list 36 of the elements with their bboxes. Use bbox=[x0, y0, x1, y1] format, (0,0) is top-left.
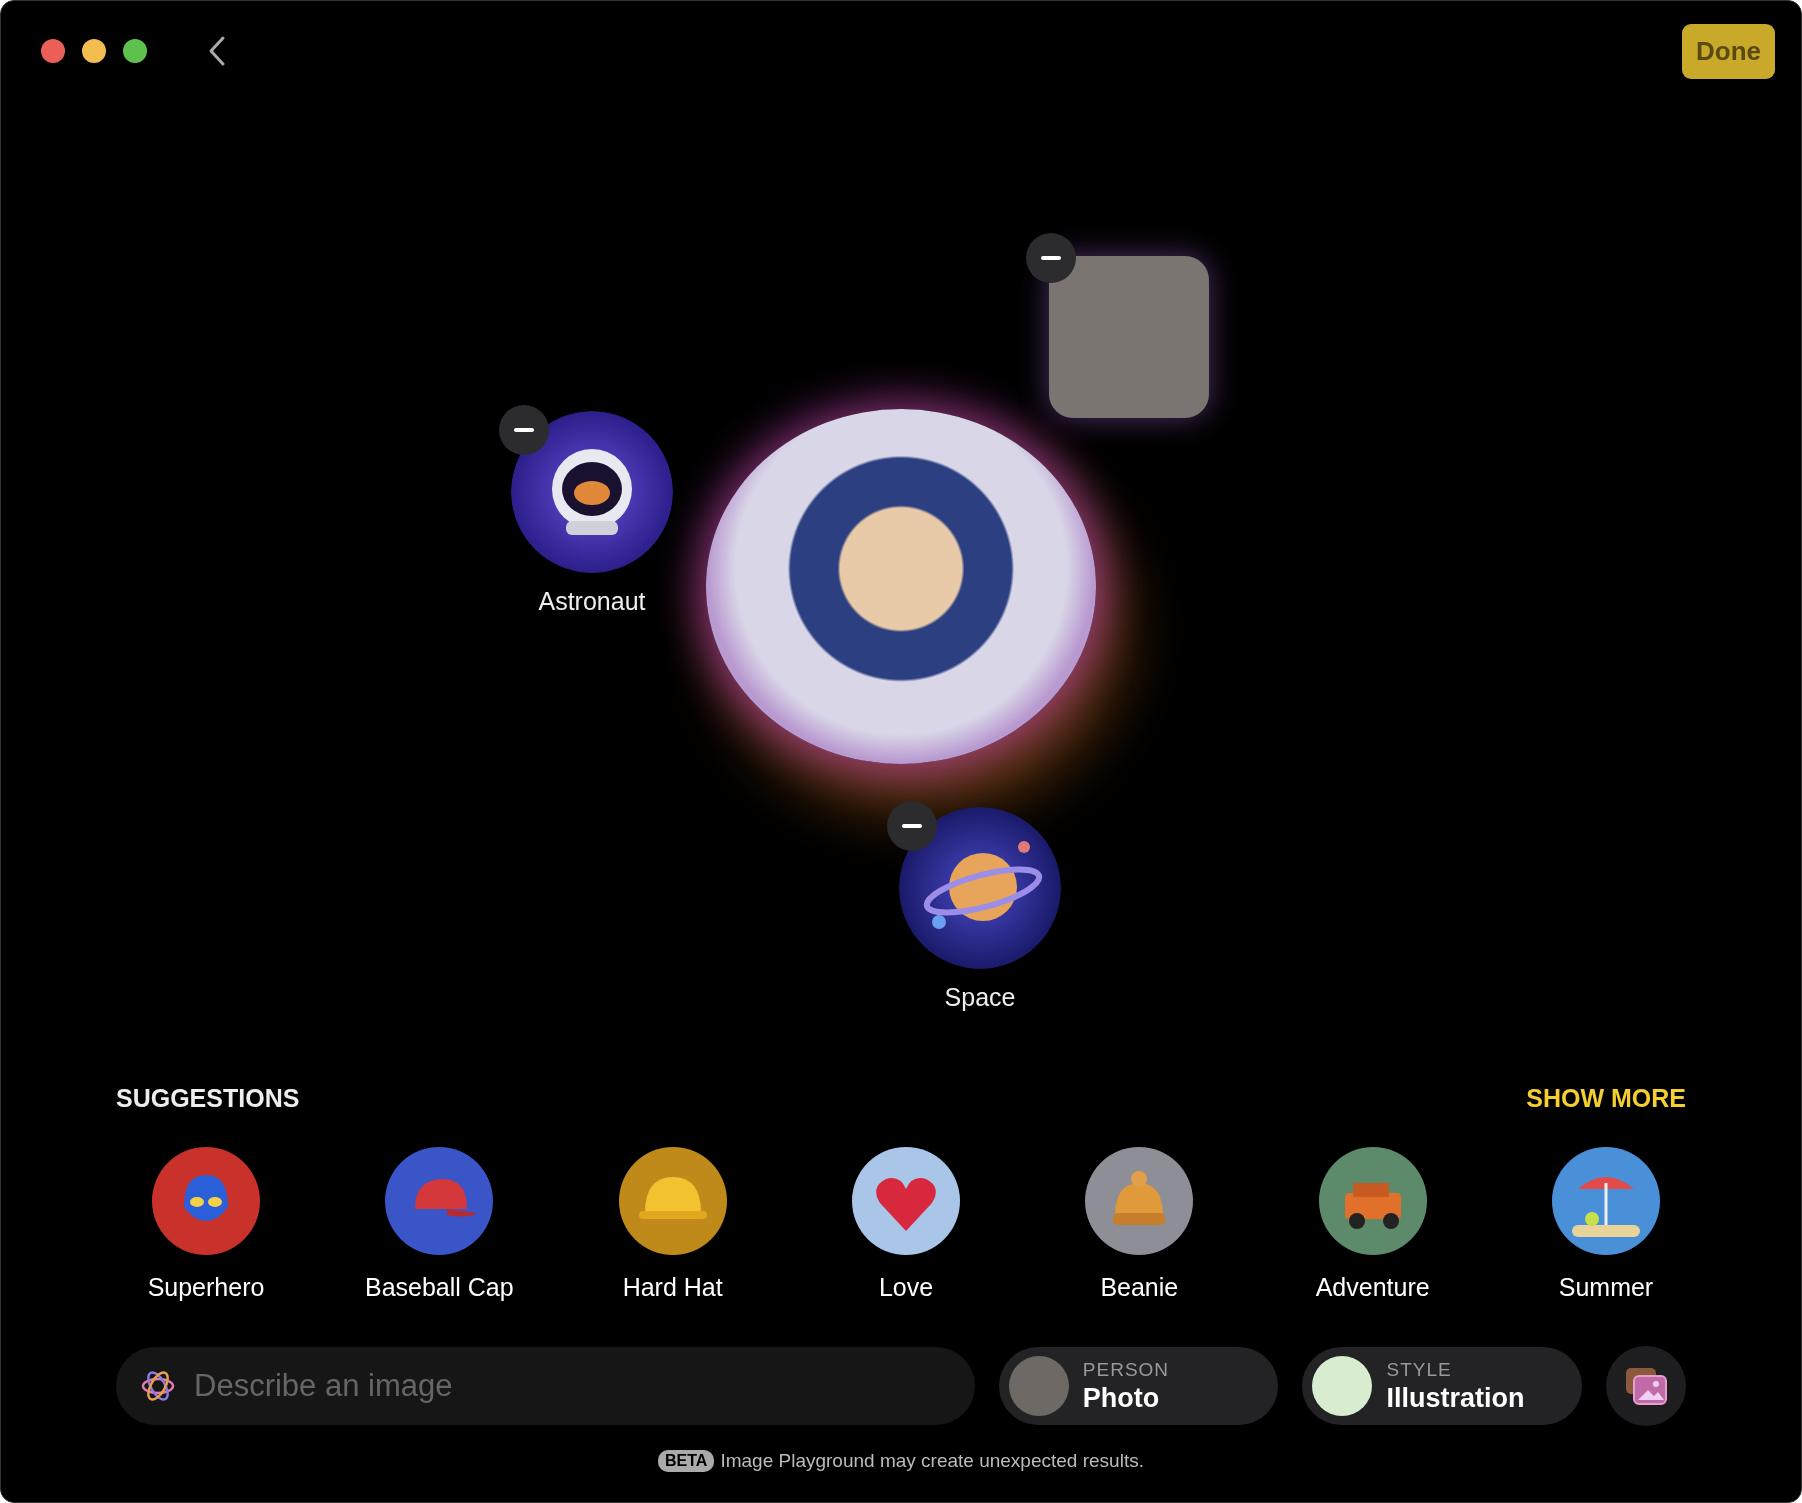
style-thumbnail bbox=[1312, 1356, 1373, 1416]
done-button[interactable]: Done bbox=[1682, 23, 1775, 79]
concept-label: Astronaut bbox=[538, 587, 646, 616]
jeep-icon bbox=[1318, 1147, 1427, 1255]
prompt-field[interactable]: Describe an image bbox=[116, 1347, 975, 1425]
beach-umbrella-icon bbox=[1551, 1147, 1660, 1255]
suggestion-button[interactable]: Love bbox=[801, 1147, 1011, 1302]
planet-icon[interactable] bbox=[899, 807, 1061, 969]
suggestion-button[interactable]: Baseball Cap bbox=[334, 1147, 545, 1302]
sparkle-icon bbox=[140, 1368, 176, 1404]
close-button[interactable] bbox=[41, 39, 65, 63]
astronaut-icon[interactable] bbox=[511, 411, 673, 573]
show-more-link[interactable]: SHOW MORE bbox=[1526, 1084, 1686, 1113]
minimize-button[interactable] bbox=[82, 39, 106, 63]
photos-icon bbox=[1624, 1366, 1669, 1406]
remove-button[interactable] bbox=[1026, 233, 1076, 283]
suggestion-button[interactable]: Summer bbox=[1500, 1147, 1711, 1302]
beta-badge: BETA bbox=[658, 1450, 715, 1472]
superhero-mask-icon bbox=[152, 1147, 260, 1255]
back-icon[interactable] bbox=[207, 35, 227, 67]
remove-button[interactable] bbox=[499, 405, 549, 455]
suggestion-button[interactable]: Superhero bbox=[101, 1147, 311, 1302]
style-picker[interactable]: STYLE Illustration bbox=[1302, 1347, 1583, 1425]
suggestion-button[interactable]: Adventure bbox=[1267, 1147, 1478, 1302]
suggestion-button[interactable]: Beanie bbox=[1034, 1147, 1245, 1302]
concept-label: Space bbox=[944, 983, 1016, 1012]
photo-placeholder bbox=[1008, 1356, 1069, 1416]
remove-button[interactable] bbox=[887, 801, 937, 851]
section-title: SUGGESTIONS bbox=[116, 1084, 300, 1113]
beanie-icon bbox=[1085, 1147, 1194, 1255]
person-picker[interactable]: PERSON Photo bbox=[998, 1347, 1279, 1425]
disclaimer-text: Image Playground may create unexpected results. bbox=[720, 1450, 1144, 1472]
suggestion-button[interactable]: Hard Hat bbox=[567, 1147, 778, 1302]
zoom-button[interactable] bbox=[123, 39, 147, 63]
hard-hat-icon bbox=[618, 1147, 727, 1255]
cap-icon bbox=[385, 1147, 494, 1255]
